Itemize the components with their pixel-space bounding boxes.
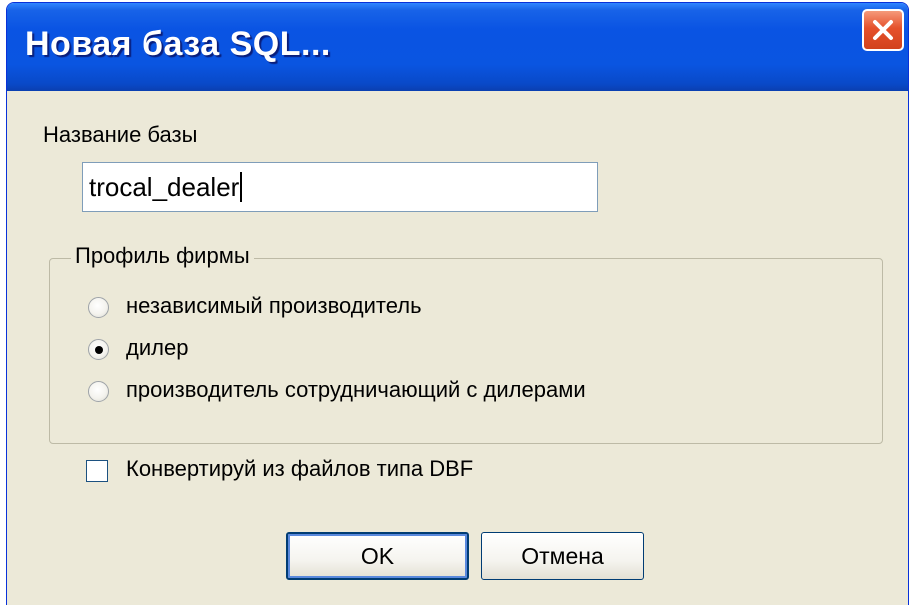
close-x-icon	[873, 20, 893, 40]
firm-profile-legend: Профиль фирмы	[71, 243, 254, 269]
db-name-label: Название базы	[43, 122, 198, 147]
convert-dbf-label[interactable]: Конвертируй из файлов типа DBF	[126, 456, 473, 482]
radio-dealer-label[interactable]: дилер	[126, 335, 188, 361]
radio-independent-producer-label[interactable]: независимый производитель	[126, 293, 422, 319]
window-title: Новая база SQL...	[25, 25, 331, 63]
db-name-input[interactable]: trocal_dealer	[82, 162, 598, 212]
radio-dealer[interactable]	[88, 339, 109, 360]
radio-producer-with-dealers[interactable]	[88, 381, 109, 402]
dialog-body: Название базы trocal_dealer Профиль фирм…	[7, 91, 908, 605]
text-caret	[240, 172, 243, 203]
radio-independent-producer[interactable]	[88, 297, 109, 318]
cancel-button[interactable]: Отмена	[481, 532, 644, 580]
title-bar[interactable]: Новая база SQL...	[7, 3, 908, 91]
close-button[interactable]	[862, 9, 904, 51]
radio-selected-dot	[95, 346, 103, 354]
radio-producer-with-dealers-label[interactable]: производитель сотрудничающий с дилерами	[126, 377, 586, 403]
db-name-value: trocal_dealer	[89, 172, 240, 202]
convert-dbf-checkbox[interactable]	[86, 460, 108, 482]
ok-button[interactable]: OK	[286, 532, 469, 580]
dialog-window: Новая база SQL... Название базы trocal_d…	[6, 2, 909, 605]
